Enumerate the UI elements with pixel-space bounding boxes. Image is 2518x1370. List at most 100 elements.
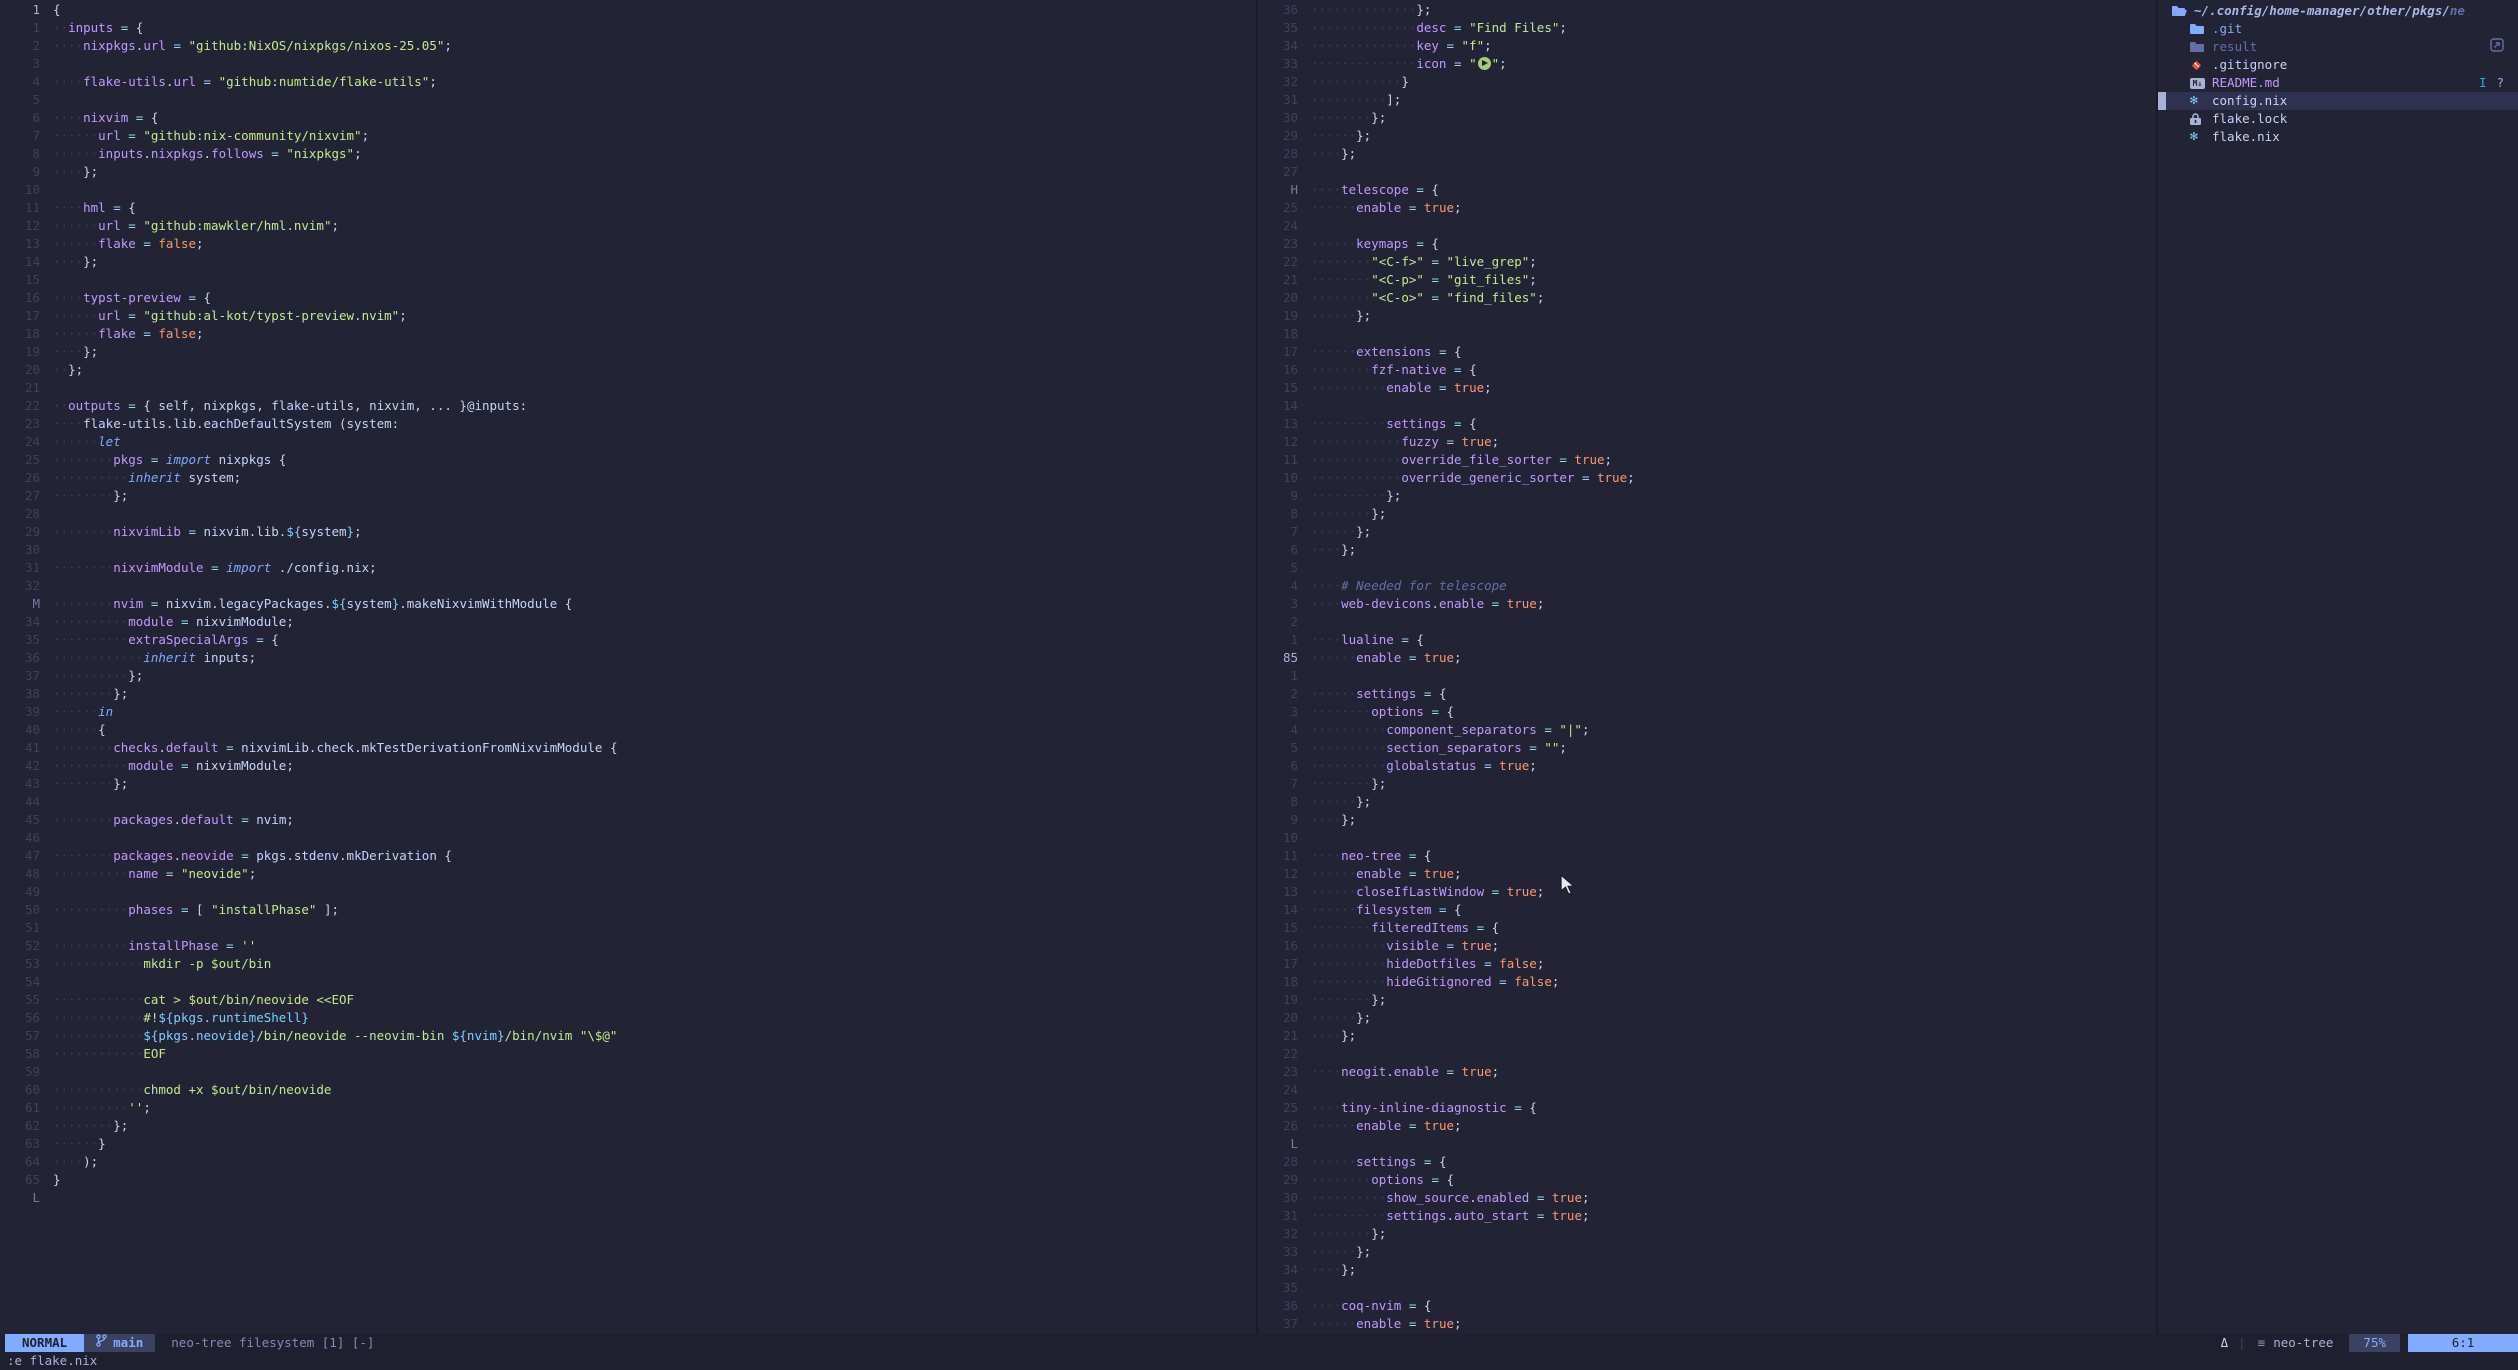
code-line[interactable]: 16····typst-preview = { (0, 289, 1256, 307)
code-line[interactable]: 50··········phases = [ "installPhase" ]; (0, 901, 1256, 919)
code-line[interactable]: L (0, 1189, 1256, 1207)
code-line[interactable]: 5 (0, 91, 1256, 109)
code-line[interactable]: 20······}; (1258, 1009, 2156, 1027)
code-line[interactable]: 22··outputs = { self, nixpkgs, flake-uti… (0, 397, 1256, 415)
code-line[interactable]: 3········options = { (1258, 703, 2156, 721)
code-line[interactable]: 49 (0, 883, 1256, 901)
code-line[interactable]: 14······filesystem = { (1258, 901, 2156, 919)
code-line[interactable]: 54 (0, 973, 1256, 991)
code-line[interactable]: 7······}; (1258, 523, 2156, 541)
code-line[interactable]: 1{ (0, 1, 1256, 19)
tree-item-.git[interactable]: .git (2158, 20, 2518, 38)
flake-nix-buffer[interactable]: 1{1··inputs = {2····nixpkgs.url = "githu… (0, 0, 1256, 1334)
code-line[interactable]: 23····neogit.enable = true; (1258, 1063, 2156, 1081)
code-line[interactable]: 29········options = { (1258, 1171, 2156, 1189)
code-line[interactable]: 40······{ (0, 721, 1256, 739)
code-line[interactable]: 5 (1258, 559, 2156, 577)
code-line[interactable]: 9····}; (0, 163, 1256, 181)
code-line[interactable]: 34····}; (1258, 1261, 2156, 1279)
code-line[interactable]: 30········}; (1258, 109, 2156, 127)
code-line[interactable]: 24 (1258, 1081, 2156, 1099)
code-line[interactable]: 27········}; (0, 487, 1256, 505)
code-line[interactable]: 17······extensions = { (1258, 343, 2156, 361)
tree-item-flake.nix[interactable]: ✻flake.nix (2158, 128, 2518, 146)
code-line[interactable]: 18······flake = false; (0, 325, 1256, 343)
code-line[interactable]: 45········packages.default = nvim; (0, 811, 1256, 829)
code-line[interactable]: 11····hml = { (0, 199, 1256, 217)
code-line[interactable]: 39······in (0, 703, 1256, 721)
code-line[interactable]: 5··········section_separators = ""; (1258, 739, 2156, 757)
code-line[interactable]: 44 (0, 793, 1256, 811)
code-line[interactable]: 55············cat > $out/bin/neovide <<E… (0, 991, 1256, 1009)
code-line[interactable]: 30 (0, 541, 1256, 559)
code-line[interactable]: 53············mkdir -p $out/bin (0, 955, 1256, 973)
code-line[interactable]: 63······} (0, 1135, 1256, 1153)
code-line[interactable]: 28····}; (1258, 145, 2156, 163)
code-line[interactable]: 27 (1258, 163, 2156, 181)
code-line[interactable]: 62········}; (0, 1117, 1256, 1135)
code-line[interactable]: 28······settings = { (1258, 1153, 2156, 1171)
code-line[interactable]: 32 (0, 577, 1256, 595)
code-line[interactable]: 22 (1258, 1045, 2156, 1063)
code-line[interactable]: 9··········}; (1258, 487, 2156, 505)
code-line[interactable]: 15··········enable = true; (1258, 379, 2156, 397)
tree-item-flake.lock[interactable]: flake.lock (2158, 110, 2518, 128)
code-line[interactable]: 4····# Needed for telescope (1258, 577, 2156, 595)
code-line[interactable]: 21····}; (1258, 1027, 2156, 1045)
neo-tree-panel[interactable]: ~/.config/home-manager/other/pkgs/ne.git… (2158, 0, 2518, 1334)
command-line[interactable]: :e flake.nix (0, 1352, 2518, 1370)
code-line[interactable]: 7········}; (1258, 775, 2156, 793)
code-line[interactable]: 25········pkgs = import nixpkgs { (0, 451, 1256, 469)
code-line[interactable]: 35··············desc = "Find Files"; (1258, 19, 2156, 37)
code-line[interactable]: 7······url = "github:nix-community/nixvi… (0, 127, 1256, 145)
code-line[interactable]: 15········filteredItems = { (1258, 919, 2156, 937)
code-line[interactable]: 10 (0, 181, 1256, 199)
code-line[interactable]: 41········checks.default = nixvimLib.che… (0, 739, 1256, 757)
code-line[interactable]: 37······enable = true; (1258, 1315, 2156, 1333)
code-line[interactable]: 48··········name = "neovide"; (0, 865, 1256, 883)
code-line[interactable]: 1····lualine = { (1258, 631, 2156, 649)
code-line[interactable]: 8······inputs.nixpkgs.follows = "nixpkgs… (0, 145, 1256, 163)
code-line[interactable]: 22········"<C-f>" = "live_grep"; (1258, 253, 2156, 271)
tree-root[interactable]: ~/.config/home-manager/other/pkgs/ne (2158, 2, 2518, 20)
code-line[interactable]: 30··········show_source.enabled = true; (1258, 1189, 2156, 1207)
code-line[interactable]: 12······enable = true; (1258, 865, 2156, 883)
code-line[interactable]: 32········}; (1258, 1225, 2156, 1243)
code-line[interactable]: 36············inherit inputs; (0, 649, 1256, 667)
code-line[interactable]: 24 (1258, 217, 2156, 235)
code-line[interactable]: 23······keymaps = { (1258, 235, 2156, 253)
code-line[interactable]: 24······let (0, 433, 1256, 451)
config-nix-buffer[interactable]: 36··············};35··············desc =… (1258, 0, 2156, 1334)
code-line[interactable]: 10············override_generic_sorter = … (1258, 469, 2156, 487)
code-line[interactable]: 19······}; (1258, 307, 2156, 325)
code-line[interactable]: 26··········inherit system; (0, 469, 1256, 487)
code-line[interactable]: 14····}; (0, 253, 1256, 271)
code-line[interactable]: 10 (1258, 829, 2156, 847)
code-line[interactable]: 21 (0, 379, 1256, 397)
code-line[interactable]: 43········}; (0, 775, 1256, 793)
code-line[interactable]: 11············override_file_sorter = tru… (1258, 451, 2156, 469)
code-line[interactable]: 21········"<C-p>" = "git_files"; (1258, 271, 2156, 289)
code-line[interactable]: H····telescope = { (1258, 181, 2156, 199)
code-line[interactable]: 12············fuzzy = true; (1258, 433, 2156, 451)
code-line[interactable]: 59 (0, 1063, 1256, 1081)
code-line[interactable]: 20········"<C-o>" = "find_files"; (1258, 289, 2156, 307)
code-line[interactable]: 34··············key = "f"; (1258, 37, 2156, 55)
tree-item-result[interactable]: result (2158, 38, 2518, 56)
code-line[interactable]: 18··········hideGitignored = false; (1258, 973, 2156, 991)
code-line[interactable]: 23····flake-utils.lib.eachDefaultSystem … (0, 415, 1256, 433)
code-line[interactable]: 6····nixvim = { (0, 109, 1256, 127)
code-line[interactable]: 2······settings = { (1258, 685, 2156, 703)
code-line[interactable]: 34··········module = nixvimModule; (0, 613, 1256, 631)
code-line[interactable]: 14 (1258, 397, 2156, 415)
code-line[interactable]: 3····web-devicons.enable = true; (1258, 595, 2156, 613)
code-line[interactable]: 52··········installPhase = '' (0, 937, 1256, 955)
code-line[interactable]: 11····neo-tree = { (1258, 847, 2156, 865)
code-line[interactable]: 19········}; (1258, 991, 2156, 1009)
code-line[interactable]: 6··········globalstatus = true; (1258, 757, 2156, 775)
code-line[interactable]: 46 (0, 829, 1256, 847)
code-line[interactable]: 4··········component_separators = "|"; (1258, 721, 2156, 739)
code-line[interactable]: 47········packages.neovide = pkgs.stdenv… (0, 847, 1256, 865)
code-line[interactable]: 1··inputs = { (0, 19, 1256, 37)
code-line[interactable]: 13······closeIfLastWindow = true; (1258, 883, 2156, 901)
